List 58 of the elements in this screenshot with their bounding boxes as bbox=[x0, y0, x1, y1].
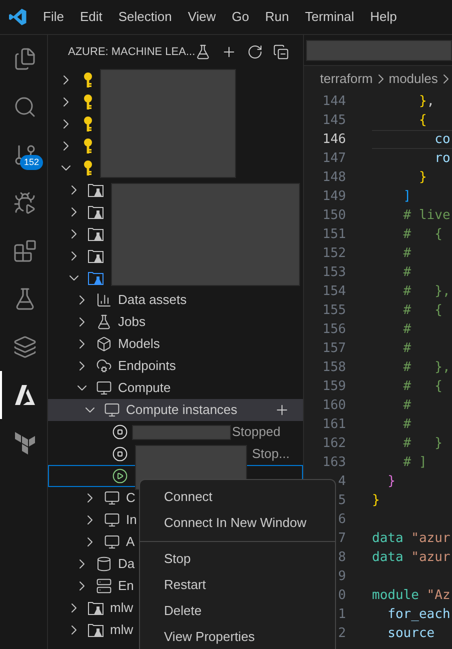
line-number: 148 bbox=[322, 168, 346, 187]
line-number: 145 bbox=[322, 112, 346, 130]
code-line: # { bbox=[402, 378, 442, 396]
line-number: 152 bbox=[322, 244, 346, 263]
code-line: # bbox=[402, 396, 412, 415]
line-number: 154 bbox=[322, 282, 346, 301]
line-number: 161 bbox=[322, 416, 346, 434]
code-line: # { bbox=[402, 226, 442, 244]
line-number: 2 bbox=[337, 624, 346, 643]
code-line: co bbox=[434, 130, 450, 149]
line-number: 153 bbox=[322, 264, 346, 282]
line-number: 158 bbox=[322, 358, 346, 377]
code-line: } bbox=[418, 168, 427, 187]
line-number: 162 bbox=[322, 434, 346, 453]
code-line: data "azur bbox=[372, 548, 450, 567]
code-line: for_each bbox=[386, 606, 450, 624]
code-line: } bbox=[386, 472, 396, 491]
code-line: # } bbox=[402, 434, 442, 453]
line-number: 1 bbox=[337, 606, 346, 624]
line-number: 156 bbox=[322, 320, 346, 339]
line-number: 8 bbox=[337, 548, 346, 567]
line-number: 155 bbox=[322, 302, 346, 320]
code-line: ] bbox=[402, 188, 412, 206]
code-line: # ] bbox=[402, 454, 427, 472]
line-number: 9 bbox=[337, 568, 346, 586]
line-number: 159 bbox=[322, 378, 346, 396]
line-number: 6 bbox=[337, 510, 346, 529]
line-number: 4 bbox=[337, 472, 346, 491]
line-number: 0 bbox=[337, 586, 346, 605]
code-line: # bbox=[402, 340, 412, 358]
line-number: 157 bbox=[322, 340, 346, 358]
line-number: 160 bbox=[322, 396, 346, 415]
line-number: 151 bbox=[322, 226, 346, 244]
line-number: 147 bbox=[322, 150, 346, 168]
panel-title: AZURE: MACHINE LEA... bbox=[68, 44, 196, 60]
code-line: }, bbox=[418, 92, 435, 111]
change-count: 152 bbox=[20, 155, 44, 170]
code-line: # live bbox=[402, 206, 450, 225]
code-line: module "Az bbox=[372, 586, 450, 605]
line-number: 5 bbox=[337, 492, 346, 510]
code-line: # bbox=[402, 320, 412, 339]
code-line: # bbox=[402, 416, 412, 434]
code-line: } bbox=[372, 492, 380, 510]
line-number: 149 bbox=[322, 188, 346, 206]
code-line: # bbox=[402, 244, 412, 263]
code-line: # bbox=[402, 264, 412, 282]
line-number: 7 bbox=[337, 530, 346, 548]
code-line: ro bbox=[434, 150, 450, 168]
line-number: 150 bbox=[322, 206, 346, 225]
code-line: # { bbox=[402, 302, 442, 320]
code-line: data "azur bbox=[372, 530, 450, 548]
line-number: 146 bbox=[322, 130, 346, 149]
code-line: # }, bbox=[402, 358, 450, 377]
line-number: 163 bbox=[322, 454, 346, 472]
code-line: source bbox=[386, 624, 435, 643]
code-line: { bbox=[418, 112, 427, 130]
line-number: 144 bbox=[322, 92, 346, 111]
code-line: # }, bbox=[402, 282, 450, 301]
